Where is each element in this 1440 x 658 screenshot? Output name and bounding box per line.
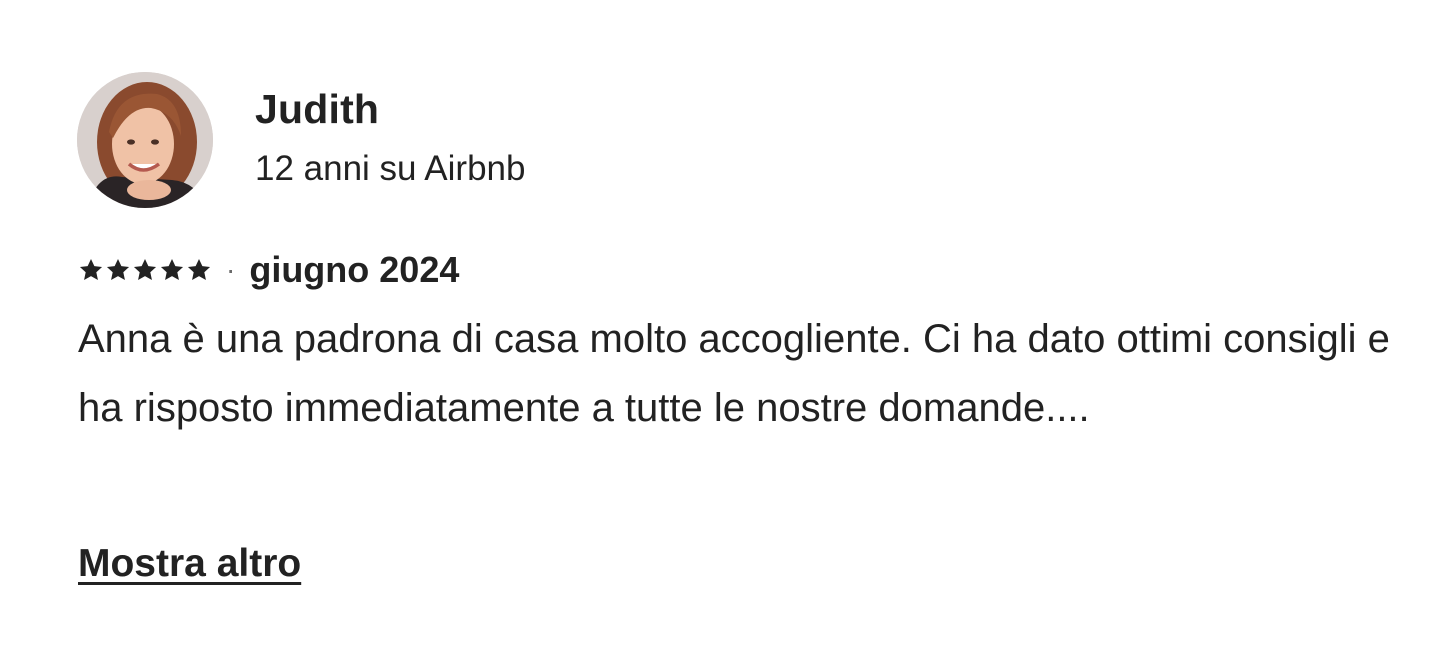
avatar-photo-icon: [77, 72, 213, 208]
reviewer-tenure: 12 anni su Airbnb: [255, 149, 526, 188]
star-rating: [78, 257, 212, 283]
separator-dot: ·: [226, 254, 236, 285]
rating-row: · giugno 2024: [78, 246, 459, 294]
reviewer-header: Judith 12 anni su Airbnb: [77, 72, 525, 208]
reviewer-name: Judith: [255, 86, 380, 132]
star-icon: [133, 258, 157, 280]
review-card: Judith 12 anni su Airbnb · giugno 2024 A…: [0, 0, 1440, 658]
review-text: Anna è una padrona di casa molto accogli…: [78, 317, 1390, 430]
show-more-link[interactable]: Mostra altro: [78, 538, 301, 590]
star-icon: [79, 258, 103, 280]
review-date: giugno 2024: [249, 249, 460, 290]
avatar[interactable]: [77, 72, 213, 208]
star-icon: [187, 258, 211, 280]
reviewer-info: Judith 12 anni su Airbnb: [255, 85, 525, 191]
star-icon: [106, 258, 130, 280]
star-icon: [160, 258, 184, 280]
